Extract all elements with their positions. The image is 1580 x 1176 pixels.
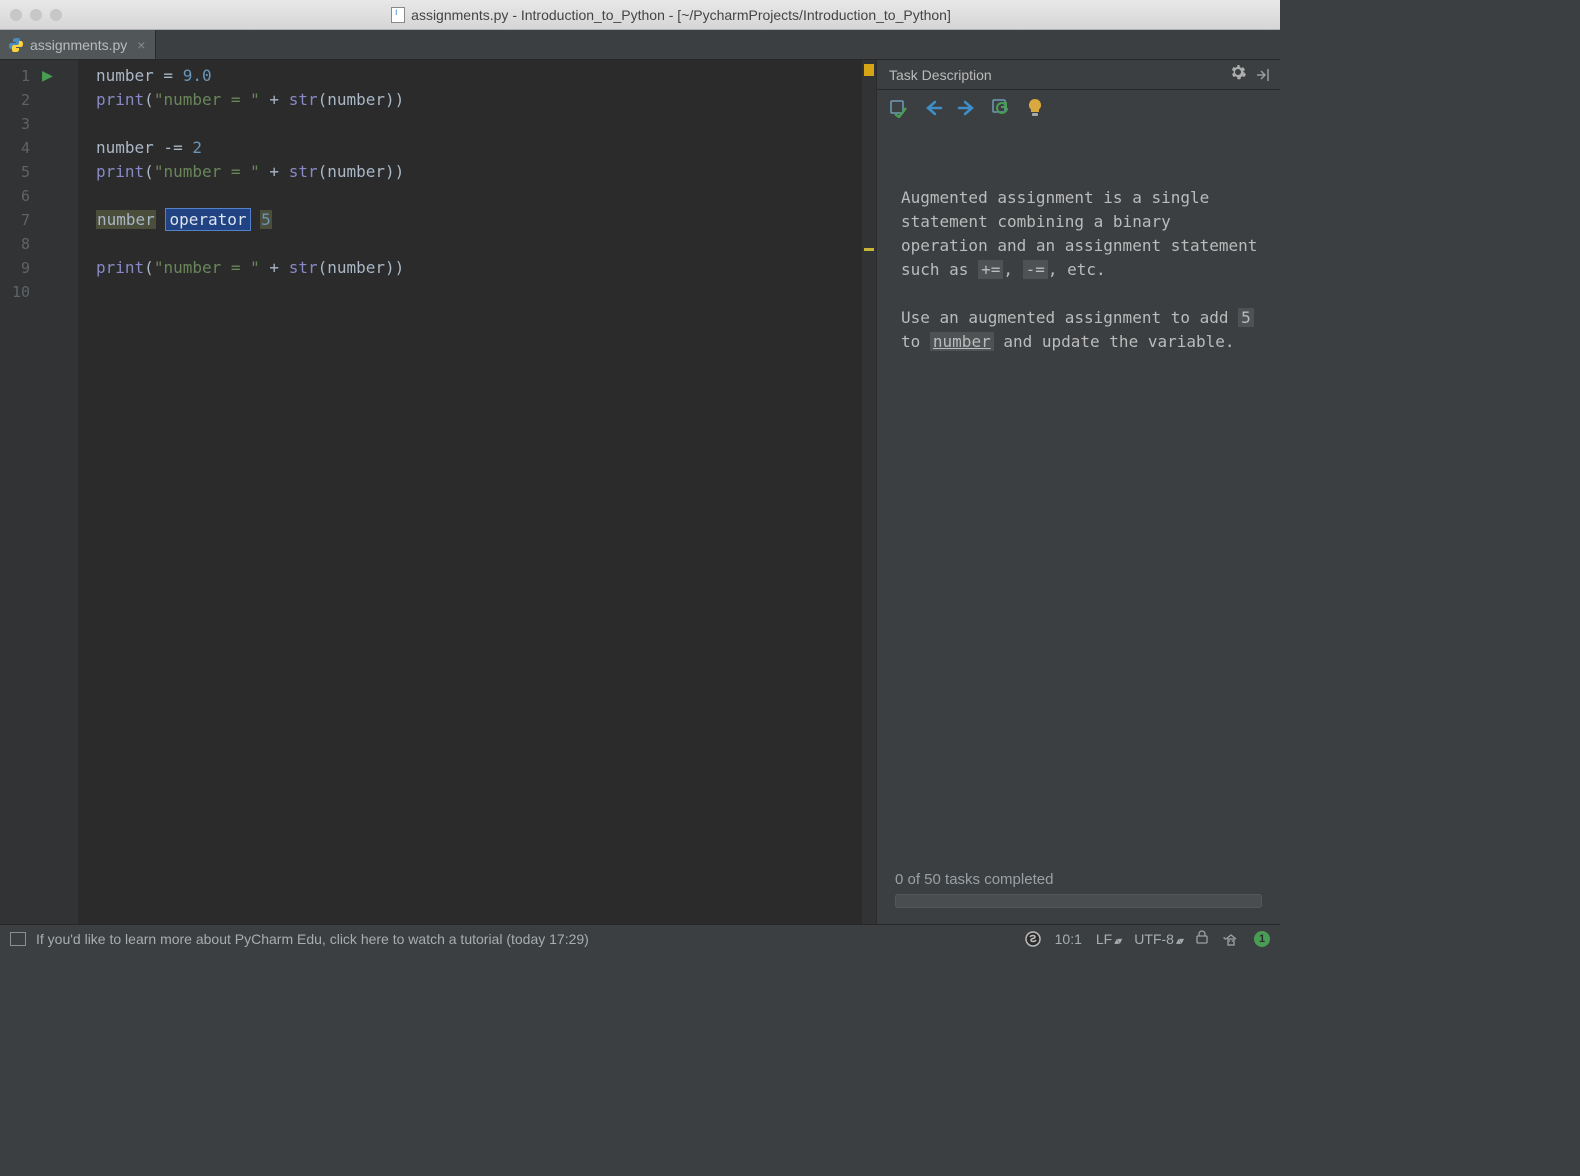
close-tab-icon[interactable]: × [137, 37, 145, 53]
progress-bar [895, 894, 1262, 908]
inspection-status-icon[interactable] [864, 64, 874, 76]
check-task-icon[interactable] [889, 98, 909, 118]
titlebar: assignments.py - Introduction_to_Python … [0, 0, 1280, 30]
task-body: Augmented assignment is a single stateme… [877, 126, 1280, 861]
task-toolbar [877, 90, 1280, 126]
file-icon [391, 7, 405, 23]
editor-tabbar: assignments.py × [0, 30, 1280, 60]
statusbar: If you'd like to learn more about PyChar… [0, 924, 1280, 952]
notifications-icon[interactable]: 1 [1254, 931, 1270, 947]
hector-icon[interactable] [1222, 931, 1240, 947]
line-separator[interactable]: LF▴▾ [1096, 931, 1120, 947]
placeholder-value[interactable]: 5 [260, 210, 272, 229]
next-task-icon[interactable] [957, 98, 977, 118]
reset-task-icon[interactable] [991, 98, 1011, 118]
cursor-position[interactable]: 10:1 [1055, 931, 1082, 947]
window-close-button[interactable] [10, 9, 22, 21]
file-tab[interactable]: assignments.py × [0, 30, 156, 59]
readonly-lock-icon[interactable] [1196, 930, 1208, 947]
task-header: Task Description [877, 60, 1280, 90]
line-gutter: ▶ 12345678910 [0, 60, 78, 924]
window-minimize-button[interactable] [30, 9, 42, 21]
task-header-title: Task Description [889, 67, 1230, 83]
editor-pane: ▶ 12345678910 number = 9.0 print("number… [0, 60, 876, 924]
window-title: assignments.py - Introduction_to_Python … [411, 7, 951, 23]
python-file-icon [8, 37, 24, 53]
task-progress: 0 of 50 tasks completed [877, 861, 1280, 924]
toolwindow-toggle-icon[interactable] [10, 932, 26, 946]
window-zoom-button[interactable] [50, 9, 62, 21]
placeholder-operator[interactable]: operator [165, 208, 250, 231]
statusbar-hint[interactable]: If you'd like to learn more about PyChar… [36, 931, 589, 947]
tab-filename: assignments.py [30, 37, 127, 53]
prev-task-icon[interactable] [923, 98, 943, 118]
marker-strip [862, 60, 876, 924]
hint-bulb-icon[interactable] [1025, 98, 1045, 118]
warning-marker[interactable] [864, 248, 874, 251]
run-gutter-icon[interactable]: ▶ [42, 64, 53, 88]
file-encoding[interactable]: UTF-8▴▾ [1134, 931, 1182, 947]
code-editor[interactable]: number = 9.0 print("number = " + str(num… [78, 60, 876, 924]
gear-icon[interactable] [1230, 64, 1246, 85]
progress-text: 0 of 50 tasks completed [895, 871, 1262, 888]
task-description-pane: Task Description [876, 60, 1280, 924]
placeholder-variable[interactable]: number [96, 210, 156, 229]
stepik-icon[interactable] [1025, 931, 1041, 947]
hide-panel-icon[interactable] [1256, 68, 1272, 82]
